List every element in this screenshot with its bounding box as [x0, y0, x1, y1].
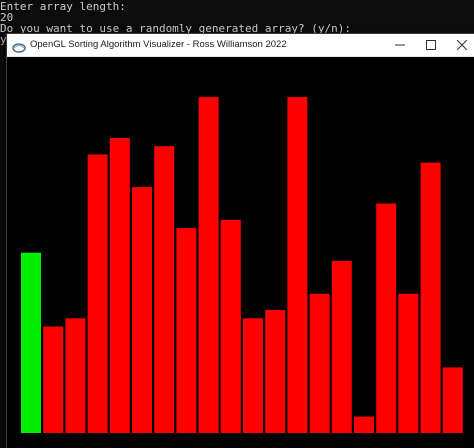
bar	[43, 326, 64, 433]
window-title: OpenGL Sorting Algorithm Visualizer - Ro…	[30, 39, 287, 50]
bar	[198, 97, 219, 433]
bar	[176, 228, 197, 433]
visualizer-canvas	[7, 57, 474, 448]
bar	[65, 318, 86, 433]
opengl-app-icon	[12, 39, 26, 53]
bar	[309, 293, 330, 433]
maximize-icon[interactable]	[416, 34, 446, 56]
visualizer-window: OpenGL Sorting Algorithm Visualizer - Ro…	[7, 34, 474, 448]
bar	[109, 138, 130, 433]
console-input-random: y	[0, 33, 7, 46]
window-titlebar[interactable]: OpenGL Sorting Algorithm Visualizer - Ro…	[7, 34, 474, 57]
bar	[442, 367, 463, 433]
bar	[354, 416, 374, 433]
bar	[220, 219, 241, 433]
bar	[420, 162, 441, 433]
bar	[132, 187, 152, 433]
bar	[287, 97, 308, 433]
close-icon[interactable]	[447, 34, 474, 56]
bar-chart	[21, 97, 463, 433]
bar	[87, 154, 108, 433]
console-prompt-length: Enter array length:	[0, 0, 126, 13]
bar	[398, 293, 419, 433]
bar	[243, 318, 263, 433]
bar	[265, 310, 286, 433]
bar	[331, 260, 352, 433]
bar-active	[21, 252, 41, 433]
minimize-icon[interactable]	[385, 34, 415, 56]
bar	[376, 203, 397, 433]
bar	[154, 146, 175, 433]
